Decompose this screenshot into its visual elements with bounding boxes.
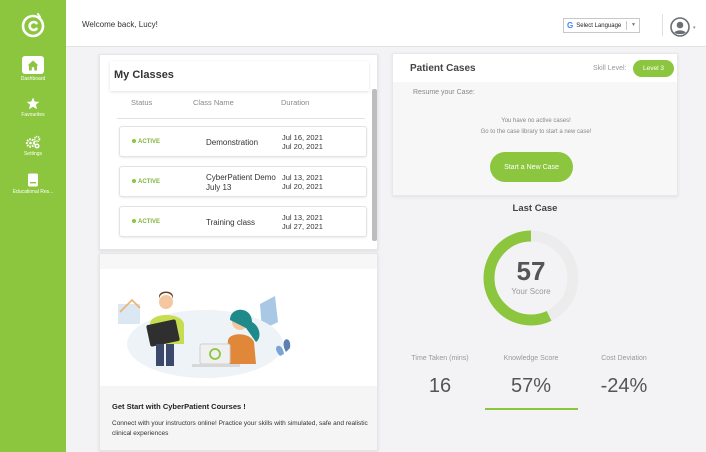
class-name-line: CyberPatient Demo — [206, 173, 276, 182]
home-icon — [27, 60, 39, 70]
sidebar-item-dashboard[interactable]: Dashboard — [0, 56, 66, 82]
status-badge: ACTIVE — [132, 139, 160, 145]
stat-label-time-taken: Time Taken (mins) — [411, 355, 469, 362]
status-dot-icon — [132, 139, 136, 144]
sidebar-item-label: Favourites — [21, 112, 45, 118]
sidebar-item-settings[interactable]: Settings — [0, 135, 66, 157]
status-badge: ACTIVE — [132, 179, 160, 185]
sidebar: Dashboard Favourites Settings Educationa… — [0, 0, 66, 452]
stat-label-cost-deviation: Cost Deviation — [601, 355, 647, 362]
header-divider — [662, 14, 663, 36]
column-header-duration: Duration — [281, 98, 310, 107]
user-avatar-icon[interactable] — [670, 17, 690, 37]
start-date: Jul 13, 2021 — [282, 173, 323, 182]
stat-value-cost-deviation: -24% — [600, 375, 648, 397]
language-select-label: Select Language — [576, 22, 622, 29]
stat-label-knowledge-score: Knowledge Score — [503, 355, 559, 362]
table-header-divider — [117, 118, 365, 119]
skill-level-badge[interactable]: Level 3 — [633, 60, 674, 77]
status-badge: ACTIVE — [132, 219, 160, 225]
class-duration: Jul 16, 2021 Jul 20, 2021 — [282, 133, 323, 151]
class-row[interactable]: ACTIVE Demonstration Jul 16, 2021 Jul 20,… — [119, 126, 367, 157]
stat-value-knowledge-score: 57% — [510, 375, 552, 397]
courses-title: Get Start with CyberPatient Courses ! — [112, 402, 246, 411]
gears-icon — [25, 135, 41, 149]
courses-card[interactable]: Get Start with CyberPatient Courses ! Co… — [99, 253, 378, 451]
no-active-cases-text: You have no active cases! — [501, 118, 571, 124]
language-select-divider — [626, 21, 627, 30]
courses-text-band — [100, 386, 377, 450]
class-duration: Jul 13, 2021 Jul 20, 2021 — [282, 173, 323, 191]
stat-value-time-taken: 16 — [428, 375, 452, 397]
knowledge-score-underline — [485, 408, 578, 410]
last-case-title: Last Case — [512, 203, 558, 214]
class-name: Training class — [206, 218, 255, 228]
google-icon: G — [567, 21, 574, 30]
my-classes-card: My Classes Status Class Name Duration AC… — [99, 54, 378, 250]
start-date: Jul 13, 2021 — [282, 213, 323, 222]
sidebar-item-educational-resources[interactable]: Educational Res... — [0, 173, 66, 195]
resume-case-label: Resume your Case: — [413, 89, 475, 96]
class-duration: Jul 13, 2021 Jul 27, 2021 — [282, 213, 323, 231]
status-dot-icon — [132, 179, 136, 184]
classes-scrollbar[interactable] — [372, 89, 377, 241]
status-text: ACTIVE — [138, 219, 161, 225]
sidebar-item-label: Dashboard — [20, 76, 46, 82]
end-date: Jul 20, 2021 — [282, 182, 323, 191]
avatar-caret-icon[interactable]: ▾ — [693, 25, 696, 31]
top-header: Welcome back, Lucy! G Select Language ▼ … — [66, 0, 706, 47]
sidebar-item-label: Educational Res... — [12, 189, 54, 195]
class-name-line: Demonstration — [206, 138, 259, 147]
status-dot-icon — [132, 219, 136, 224]
end-date: Jul 20, 2021 — [282, 142, 323, 151]
skill-level-label: Skill Level: — [593, 65, 627, 72]
online-learning-illustration — [118, 291, 291, 378]
classes-title: My Classes — [114, 69, 174, 81]
status-text: ACTIVE — [138, 179, 161, 185]
start-date: Jul 16, 2021 — [282, 133, 323, 142]
class-name-line: July 13 — [206, 183, 232, 192]
patient-cases-title: Patient Cases — [410, 63, 476, 74]
cyberpatient-logo[interactable] — [20, 12, 46, 38]
star-icon — [26, 97, 40, 110]
class-row[interactable]: ACTIVE Training class Jul 13, 2021 Jul 27… — [119, 206, 367, 237]
score-label: Your Score — [511, 287, 551, 296]
class-row[interactable]: ACTIVE CyberPatient Demo July 13 Jul 13, … — [119, 166, 367, 197]
dropdown-arrow-icon: ▼ — [631, 22, 636, 28]
sidebar-item-label: Settings — [23, 151, 43, 157]
courses-card-header — [100, 254, 377, 269]
book-icon — [28, 173, 38, 187]
class-name: CyberPatient Demo July 13 — [206, 173, 276, 193]
welcome-message: Welcome back, Lucy! — [82, 20, 158, 29]
status-text: ACTIVE — [138, 139, 161, 145]
patient-cases-card: Patient Cases Skill Level: Level 3 Resum… — [392, 53, 678, 196]
courses-description: Connect with your instructors online! Pr… — [112, 420, 368, 437]
column-header-class-name: Class Name — [193, 98, 234, 107]
sidebar-item-favourites[interactable]: Favourites — [0, 97, 66, 118]
score-value: 57 — [516, 256, 546, 286]
end-date: Jul 27, 2021 — [282, 222, 323, 231]
language-select[interactable]: G Select Language ▼ — [563, 18, 640, 33]
class-name: Demonstration — [206, 138, 258, 148]
start-new-case-button[interactable]: Start a New Case — [490, 152, 573, 182]
class-name-line: Training class — [206, 218, 256, 227]
case-library-hint: Go to the case library to start a new ca… — [480, 129, 592, 135]
column-header-status: Status — [131, 98, 153, 107]
